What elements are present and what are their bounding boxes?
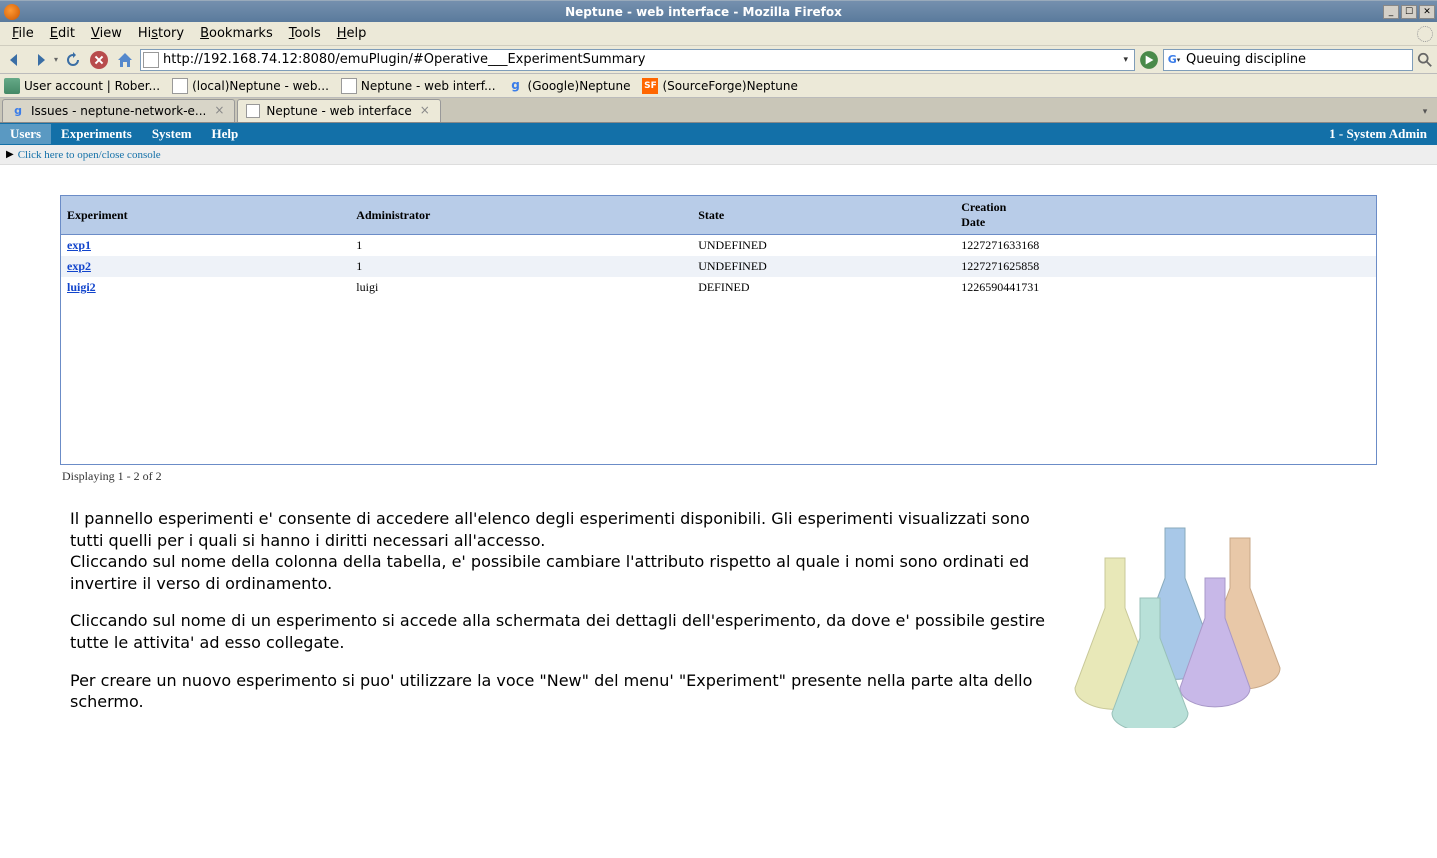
close-button[interactable]: ✕ (1419, 5, 1435, 19)
cell-date: 1227271633168 (955, 235, 1376, 257)
url-dropdown-icon[interactable]: ▾ (1119, 55, 1132, 65)
tab-close-icon[interactable]: × (418, 104, 432, 118)
menu-view[interactable]: View (83, 24, 130, 43)
search-bar[interactable]: G▾ (1163, 49, 1413, 71)
triangle-right-icon: ▶ (6, 149, 14, 160)
page-icon (246, 104, 260, 118)
new-tab-dropdown[interactable]: ▾ (1415, 102, 1435, 122)
experiment-link[interactable]: exp2 (67, 259, 91, 273)
window-titlebar: Neptune - web interface - Mozilla Firefo… (0, 0, 1437, 22)
cell-date: 1226590441731 (955, 277, 1376, 298)
experiment-link[interactable]: luigi2 (67, 280, 96, 294)
table-row: exp2 1UNDEFINED1227271625858 (61, 256, 1376, 277)
forward-button[interactable] (30, 49, 52, 71)
url-input[interactable] (163, 52, 1119, 67)
table-row: exp1 1UNDEFINED1227271633168 (61, 235, 1376, 257)
window-title: Neptune - web interface - Mozilla Firefo… (24, 5, 1383, 19)
history-dropdown-icon[interactable]: ▾ (54, 55, 58, 64)
tab-issues[interactable]: g Issues - neptune-network-e... × (2, 99, 235, 122)
menu-bookmarks[interactable]: Bookmarks (192, 24, 281, 43)
console-toggle[interactable]: ▶ Click here to open/close console (0, 145, 1437, 165)
col-administrator[interactable]: Administrator (350, 196, 692, 235)
home-button[interactable] (114, 49, 136, 71)
cell-state: DEFINED (692, 277, 955, 298)
google-icon: g (11, 104, 25, 118)
bookmark-sf-neptune[interactable]: SF(SourceForge)Neptune (642, 78, 797, 94)
stop-icon (90, 51, 108, 69)
minimize-button[interactable]: _ (1383, 5, 1399, 19)
cell-date: 1227271625858 (955, 256, 1376, 277)
menu-help[interactable]: Help (329, 24, 375, 43)
app-menu-system[interactable]: System (142, 124, 202, 144)
bookmark-local-neptune[interactable]: (local)Neptune - web... (172, 78, 329, 94)
app-menubar: Users Experiments System Help 1 - System… (0, 123, 1437, 145)
tab-strip: g Issues - neptune-network-e... × Neptun… (0, 98, 1437, 123)
col-experiment[interactable]: Experiment (61, 196, 350, 235)
menu-file[interactable]: File (4, 24, 42, 43)
app-user-label: 1 - System Admin (1329, 126, 1437, 142)
tab-neptune[interactable]: Neptune - web interface × (237, 99, 440, 122)
go-button[interactable] (1139, 50, 1159, 70)
search-engine-icon[interactable]: G▾ (1166, 52, 1182, 68)
page-icon (172, 78, 188, 94)
page-icon (341, 78, 357, 94)
stop-button[interactable] (88, 49, 110, 71)
page-favicon-icon (143, 52, 159, 68)
menu-tools[interactable]: Tools (281, 24, 329, 43)
cell-admin: luigi (350, 277, 692, 298)
bookmark-toolbar: User account | Rober... (local)Neptune -… (0, 74, 1437, 98)
col-creation-date[interactable]: CreationDate (955, 196, 1376, 235)
menu-edit[interactable]: Edit (42, 24, 83, 43)
table-pager: Displaying 1 - 2 of 2 (60, 465, 1377, 488)
menu-history[interactable]: History (130, 24, 192, 43)
url-bar[interactable]: ▾ (140, 49, 1135, 71)
search-input[interactable] (1182, 52, 1410, 67)
search-submit-button[interactable] (1417, 52, 1433, 68)
app-menu-experiments[interactable]: Experiments (51, 124, 142, 144)
back-button[interactable] (4, 49, 26, 71)
experiment-link[interactable]: exp1 (67, 238, 91, 252)
tab-close-icon[interactable]: × (212, 104, 226, 118)
firefox-icon (4, 4, 20, 20)
google-icon: g (508, 78, 524, 94)
cell-state: UNDEFINED (692, 256, 955, 277)
col-state[interactable]: State (692, 196, 955, 235)
app-menu-users[interactable]: Users (0, 124, 51, 144)
table-row: luigi2 luigiDEFINED1226590441731 (61, 277, 1376, 298)
experiment-table: Experiment Administrator State CreationD… (61, 196, 1376, 298)
person-icon (4, 78, 20, 94)
bookmark-neptune-web[interactable]: Neptune - web interf... (341, 78, 496, 94)
bookmark-google-neptune[interactable]: g(Google)Neptune (508, 78, 631, 94)
reload-button[interactable] (62, 49, 84, 71)
activity-indicator-icon (1417, 26, 1433, 42)
bookmark-user-account[interactable]: User account | Rober... (4, 78, 160, 94)
maximize-button[interactable]: ☐ (1401, 5, 1417, 19)
browser-menubar: File Edit View History Bookmarks Tools H… (0, 22, 1437, 46)
sourceforge-icon: SF (642, 78, 658, 94)
cell-admin: 1 (350, 235, 692, 257)
page-content: Users Experiments System Help 1 - System… (0, 123, 1437, 858)
cell-state: UNDEFINED (692, 235, 955, 257)
flasks-illustration (1050, 508, 1310, 728)
experiment-table-container: Experiment Administrator State CreationD… (60, 195, 1377, 465)
help-text: Il pannello esperimenti e' consente di a… (70, 508, 1050, 729)
app-menu-help[interactable]: Help (202, 124, 249, 144)
browser-toolbar: ▾ ▾ G▾ (0, 46, 1437, 74)
cell-admin: 1 (350, 256, 692, 277)
